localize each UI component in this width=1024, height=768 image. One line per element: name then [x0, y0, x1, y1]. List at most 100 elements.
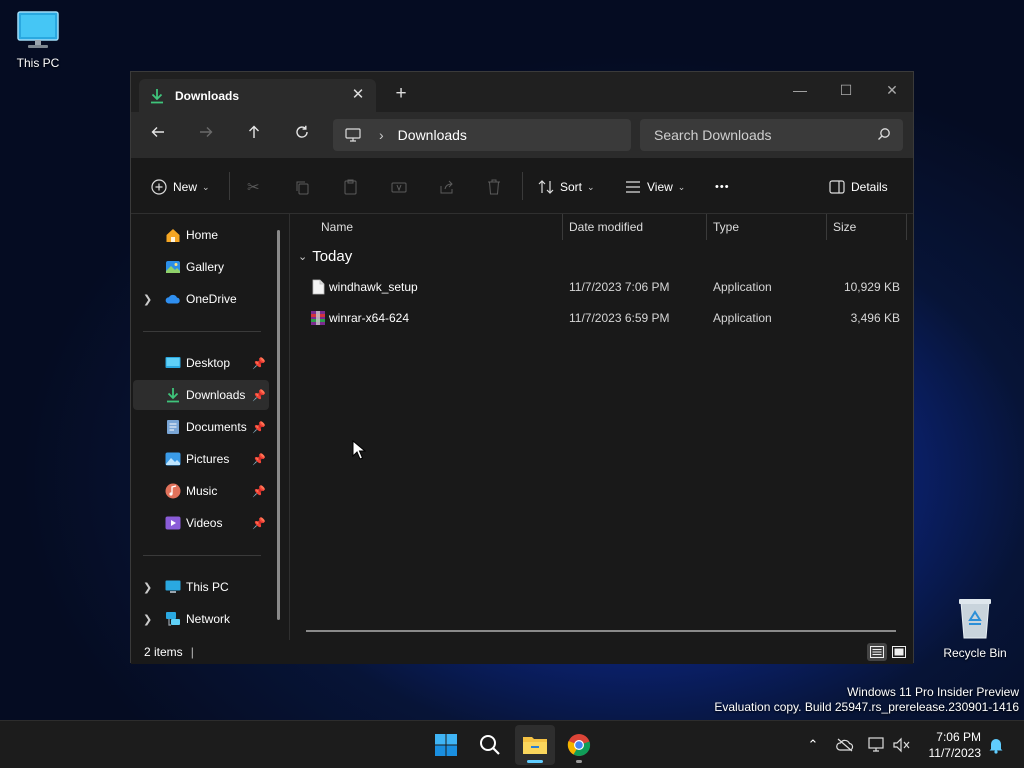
sidebar-item-network[interactable]: ❯ Network [133, 604, 269, 634]
paste-button[interactable] [343, 176, 358, 198]
sort-button[interactable]: Sort ⌄ [538, 176, 595, 198]
new-tab-button[interactable]: + [390, 84, 412, 106]
forward-button[interactable] [193, 123, 219, 147]
sidebar-item-music[interactable]: Music 📌 [133, 476, 269, 506]
pin-icon[interactable]: 📌 [252, 517, 266, 530]
tab-close-icon[interactable]: ✕ [350, 87, 366, 103]
back-button[interactable] [145, 123, 171, 147]
taskbar-search-button[interactable] [470, 725, 510, 765]
download-icon [165, 387, 181, 403]
sidebar-item-this-pc[interactable]: ❯ This PC [133, 572, 269, 602]
chrome-icon [567, 734, 591, 757]
pin-icon[interactable]: 📌 [252, 485, 266, 498]
details-view-toggle[interactable] [867, 643, 887, 661]
more-options-button[interactable]: ••• [715, 176, 730, 198]
network-tray-button[interactable] [867, 735, 887, 755]
sidebar-item-desktop[interactable]: Desktop 📌 [133, 348, 269, 378]
column-header-date-modified[interactable]: Date modified [563, 214, 707, 240]
taskbar-file-explorer[interactable] [515, 725, 555, 765]
up-button[interactable] [241, 123, 267, 147]
column-header-type[interactable]: Type [707, 214, 827, 240]
address-bar[interactable]: › Downloads [333, 119, 631, 151]
active-indicator [527, 760, 543, 763]
show-hidden-icons-button[interactable]: ⌃ [803, 735, 823, 755]
file-row[interactable]: winrar-x64-624 11/7/2023 6:59 PM Applica… [290, 303, 916, 333]
volume-muted-icon [893, 737, 910, 753]
desktop-icon-this-pc[interactable]: This PC [6, 10, 70, 70]
sidebar-item-downloads[interactable]: Downloads 📌 [133, 380, 269, 410]
large-icons-view-toggle[interactable] [889, 643, 909, 661]
tab-downloads[interactable]: Downloads ✕ [139, 79, 376, 112]
pin-icon[interactable]: 📌 [252, 357, 266, 370]
horizontal-scrollbar[interactable] [306, 630, 896, 632]
file-row[interactable]: windhawk_setup 11/7/2023 7:06 PM Applica… [290, 272, 916, 302]
taskbar-chrome[interactable] [559, 725, 599, 765]
sidebar-scrollbar[interactable] [277, 230, 280, 620]
sidebar-item-label: Music [186, 484, 218, 498]
large-icons-view-icon [892, 646, 906, 658]
onedrive-tray-button[interactable] [835, 735, 855, 755]
divider [522, 172, 523, 200]
title-bar[interactable]: Downloads ✕ + — ☐ ✕ [131, 72, 913, 112]
breadcrumb-downloads[interactable]: Downloads [398, 127, 467, 143]
sidebar-item-onedrive[interactable]: ❯ OneDrive [133, 284, 269, 314]
pin-icon[interactable]: 📌 [252, 389, 266, 402]
search-box[interactable]: Search Downloads [640, 119, 903, 151]
chevron-right-icon[interactable]: ❯ [143, 613, 152, 626]
volume-tray-button[interactable] [891, 735, 911, 755]
sidebar-item-label: Documents [186, 420, 247, 434]
minimize-button[interactable]: — [777, 76, 823, 104]
chevron-right-icon[interactable]: ❯ [143, 581, 152, 594]
new-button[interactable]: New ⌄ [151, 176, 210, 198]
download-icon [151, 88, 163, 103]
notifications-button[interactable] [986, 735, 1006, 755]
copy-button[interactable] [295, 176, 310, 198]
start-button[interactable] [426, 725, 466, 765]
search-icon [480, 735, 500, 755]
sidebar-item-home[interactable]: Home [133, 220, 269, 250]
pin-icon[interactable]: 📌 [252, 453, 266, 466]
group-header-today[interactable]: ⌄ Today [298, 248, 352, 265]
divider [229, 172, 230, 200]
sidebar-item-label: This PC [186, 580, 229, 594]
sidebar-item-documents[interactable]: Documents 📌 [133, 412, 269, 442]
desktop-icon-recycle-bin[interactable]: Recycle Bin [943, 596, 1007, 660]
column-header-name[interactable]: Name [315, 214, 563, 240]
sort-label: Sort [560, 180, 583, 194]
navigation-pane: Home Gallery ❯ OneDrive Desktop 📌 Downlo… [131, 214, 289, 640]
pin-icon[interactable]: 📌 [252, 421, 266, 434]
sidebar-item-pictures[interactable]: Pictures 📌 [133, 444, 269, 474]
breadcrumb-separator[interactable]: › [379, 127, 384, 143]
close-window-button[interactable]: ✕ [869, 76, 915, 104]
sidebar-item-videos[interactable]: Videos 📌 [133, 508, 269, 538]
file-type: Application [713, 311, 772, 325]
rename-button[interactable] [391, 176, 407, 198]
taskbar-clock[interactable]: 7:06 PM 11/7/2023 [929, 729, 982, 761]
documents-icon [165, 419, 181, 435]
sidebar-item-gallery[interactable]: Gallery [133, 252, 269, 282]
chevron-up-icon: ⌃ [807, 737, 819, 752]
file-explorer-icon [523, 737, 547, 754]
view-button[interactable]: View ⌄ [625, 176, 685, 198]
new-label: New [173, 180, 198, 194]
cut-button[interactable]: ✂ [247, 176, 260, 198]
watermark-line-1: Windows 11 Pro Insider Preview [847, 685, 1019, 699]
file-size: 3,496 KB [850, 311, 900, 325]
trash-icon [488, 179, 500, 195]
clock-date: 11/7/2023 [928, 746, 982, 760]
windows-watermark: Windows 11 Pro Insider Preview Evaluatio… [714, 685, 1019, 715]
share-button[interactable] [439, 176, 454, 198]
file-list: Name Date modified Type Size ⌄ Today win… [289, 214, 915, 640]
delete-button[interactable] [487, 176, 501, 198]
network-status-icon [868, 737, 884, 752]
group-label: Today [312, 248, 353, 265]
watermark-line-2: Evaluation copy. Build 25947.rs_prerelea… [714, 700, 1019, 714]
command-bar: New ⌄ ✂ Sort ⌄ View ⌄ ••• Details [131, 158, 913, 214]
details-pane-button[interactable]: Details [829, 176, 888, 198]
maximize-button[interactable]: ☐ [823, 76, 869, 104]
column-header-size[interactable]: Size [827, 214, 907, 240]
refresh-button[interactable] [289, 123, 315, 147]
file-explorer-window: Downloads ✕ + — ☐ ✕ › Downloads Search D… [130, 71, 915, 664]
chevron-right-icon[interactable]: ❯ [143, 293, 152, 306]
file-size: 10,929 KB [843, 280, 900, 294]
